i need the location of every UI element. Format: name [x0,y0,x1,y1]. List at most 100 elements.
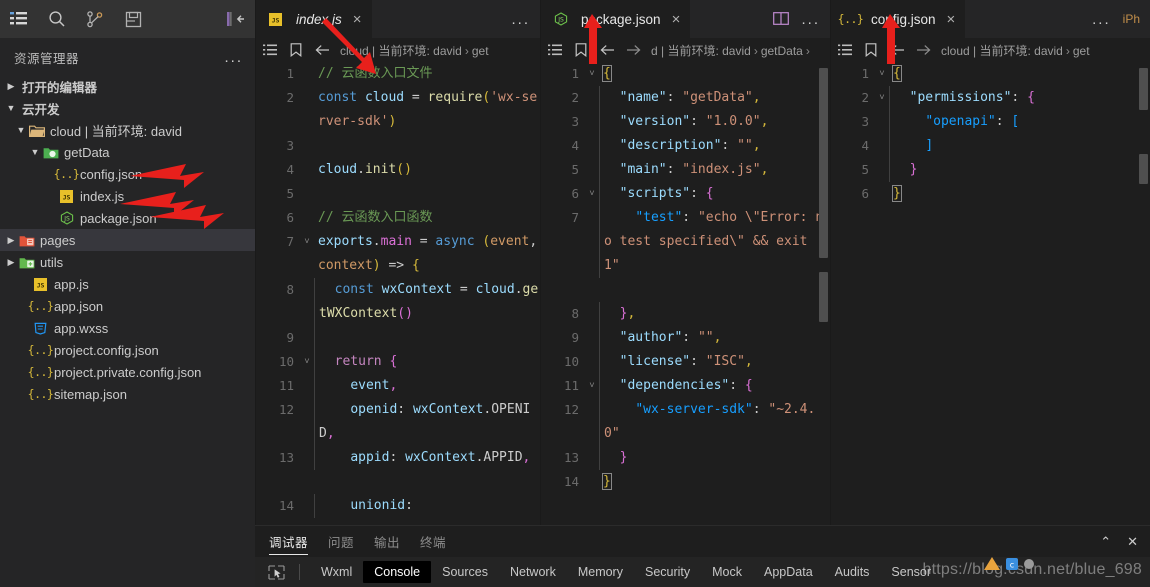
inspect-element-icon[interactable] [263,562,289,582]
code-line: 9 "author": "", [541,326,830,350]
line-number: 3 [286,138,294,153]
tree-item-utils[interactable]: ▶ utils [0,251,255,273]
line-number: 4 [286,162,294,177]
code-text: "description": "", [599,134,830,158]
tree-item-pages[interactable]: ▶ pages [0,229,255,251]
devtools-tab-memory[interactable]: Memory [567,561,634,583]
tree-item-project-config-json[interactable]: {..} project.config.json [0,339,255,361]
code-editor-index-js[interactable]: 1 // 云函数入口文件 2 const cloud = require('wx-s… [256,62,540,525]
devtools-tab-mock[interactable]: Mock [701,561,753,583]
code-text: { [892,65,902,82]
tree-item-index-js[interactable]: JS index.js [0,185,255,207]
tab-overflow-icon[interactable]: ... [511,12,530,27]
breadcrumb-path[interactable]: cloud | 当前环境: david › get [941,42,1090,59]
chevron-down-icon[interactable]: ▼ [28,147,42,157]
svg-text:JS: JS [37,281,45,289]
forward-arrow-icon[interactable] [625,42,641,58]
tree-item-config-json[interactable]: {..} config.json [0,163,255,185]
close-icon[interactable]: ✕ [1127,534,1138,550]
bookmark-icon[interactable] [863,42,879,58]
scrollbar-thumb-top[interactable] [1139,68,1148,110]
forward-arrow-icon[interactable] [915,42,931,58]
close-icon[interactable]: × [668,12,681,27]
code-line: 3 "version": "1.0.0", [541,110,830,134]
devtools-tab-console[interactable]: Console [363,561,432,583]
close-icon[interactable]: × [349,12,362,27]
back-arrow-icon[interactable] [314,42,330,58]
split-editor-icon[interactable] [773,12,790,26]
chevron-down-fold-icon: ˅ [589,69,595,79]
explorer-icon[interactable] [8,8,30,30]
scrollbar-thumb-top[interactable] [819,68,828,258]
chevron-right-icon[interactable]: ▶ [4,257,18,268]
breadcrumb-path[interactable]: d | 当前环境: david › getData › [651,42,813,59]
back-arrow-icon[interactable] [889,42,905,58]
json-icon: {..} [53,167,80,181]
tab-overflow-icon[interactable]: ... [1092,12,1111,27]
outline-icon[interactable] [837,42,853,58]
save-icon[interactable] [122,8,144,30]
bookmark-icon[interactable] [288,42,304,58]
code-text: const wxContext = cloud.getWXContext() [314,278,540,326]
panel-tab-debugger[interactable]: 调试器 [269,526,309,557]
line-number: 14 [563,474,579,489]
line-number: 3 [861,114,869,129]
chevron-up-icon[interactable]: ⌃ [1100,534,1111,550]
chevron-right-icon[interactable]: ▶ [4,235,18,246]
tree-item-app-js[interactable]: JS app.js [0,273,255,295]
code-editor-config-json[interactable]: 1 ˅ { 2 ˅ "permissions": { 3 "openapi": [ 4… [831,62,1150,525]
breadcrumb-path[interactable]: cloud | 当前环境: david › get [340,42,489,59]
devtools-tab-network[interactable]: Network [499,561,567,583]
tabbar-group-1: JS index.js × ... [255,0,540,38]
tree-item-app-wxss[interactable]: app.wxss [0,317,255,339]
tab-index-js[interactable]: JS index.js × [256,0,373,38]
sidebar-section-open-editors[interactable]: ▶ 打开的编辑器 [0,75,255,97]
chevron-down-fold-icon: ˅ [879,93,885,103]
devtools-tab-sources[interactable]: Sources [431,561,499,583]
line-number: 6 [286,210,294,225]
code-line: 1 ˅ { [831,62,1150,86]
line-number: 4 [861,138,869,153]
tree-item-cloud[interactable]: ▼ cloud | 当前环境: david [0,119,255,141]
scrollbar-thumb-bottom[interactable] [819,272,828,322]
tree-item-package-json[interactable]: JS package.json [0,207,255,229]
devtools-tab-security[interactable]: Security [634,561,701,583]
chevron-down-fold-icon: ˅ [304,237,310,247]
tree-item-getdata[interactable]: ▼ getData [0,141,255,163]
search-icon[interactable] [46,8,68,30]
tree-item-app-json[interactable]: {..} app.json [0,295,255,317]
panel-tab-terminal[interactable]: 终端 [420,526,446,557]
code-line: 5 [256,182,540,206]
tabbar-group-3: {..} config.json × ... iPh [830,0,1150,38]
outline-icon[interactable] [547,42,563,58]
tab-config-json[interactable]: {..} config.json × [831,0,967,38]
source-control-icon[interactable] [84,8,106,30]
back-arrow-icon[interactable] [599,42,615,58]
devtools-tab-wxml[interactable]: Wxml [310,561,363,583]
collapse-sidebar-icon[interactable] [225,8,247,30]
bookmark-icon[interactable] [573,42,589,58]
code-line: 7 ˅ exports.main = async (event, context) … [256,230,540,278]
sidebar-section-cloud-dev[interactable]: ▼ 云开发 [0,97,255,119]
sidebar-more-icon[interactable]: ... [224,50,243,65]
tree-item-sitemap-json[interactable]: {..} sitemap.json [0,383,255,405]
code-line: 5 } [831,158,1150,182]
outline-icon[interactable] [262,42,278,58]
tab-package-json[interactable]: JS package.json × [541,0,692,38]
panel-tab-output[interactable]: 输出 [374,526,400,557]
panel-tab-problems[interactable]: 问题 [328,526,354,557]
line-number: 2 [861,90,869,105]
folder-red-icon [18,232,35,248]
scrollbar-thumb-bottom[interactable] [1139,154,1148,184]
tree-item-project-private-config-json[interactable]: {..} project.private.config.json [0,361,255,383]
tab-overflow-icon[interactable]: ... [801,12,820,27]
code-text: cloud.init() [318,162,412,177]
devtools-tab-audits[interactable]: Audits [824,561,881,583]
tab-label: package.json [581,11,661,27]
breadcrumb-index-js: cloud | 当前环境: david › get [256,38,540,62]
devtools-tab-appdata[interactable]: AppData [753,561,824,583]
devtools-tab-sensor[interactable]: Sensor [880,561,942,583]
close-icon[interactable]: × [943,12,956,27]
code-editor-package-json[interactable]: 1 ˅ { 2 "name": "getData", 3 "version": "1… [541,62,830,525]
chevron-down-icon[interactable]: ▼ [14,125,28,135]
